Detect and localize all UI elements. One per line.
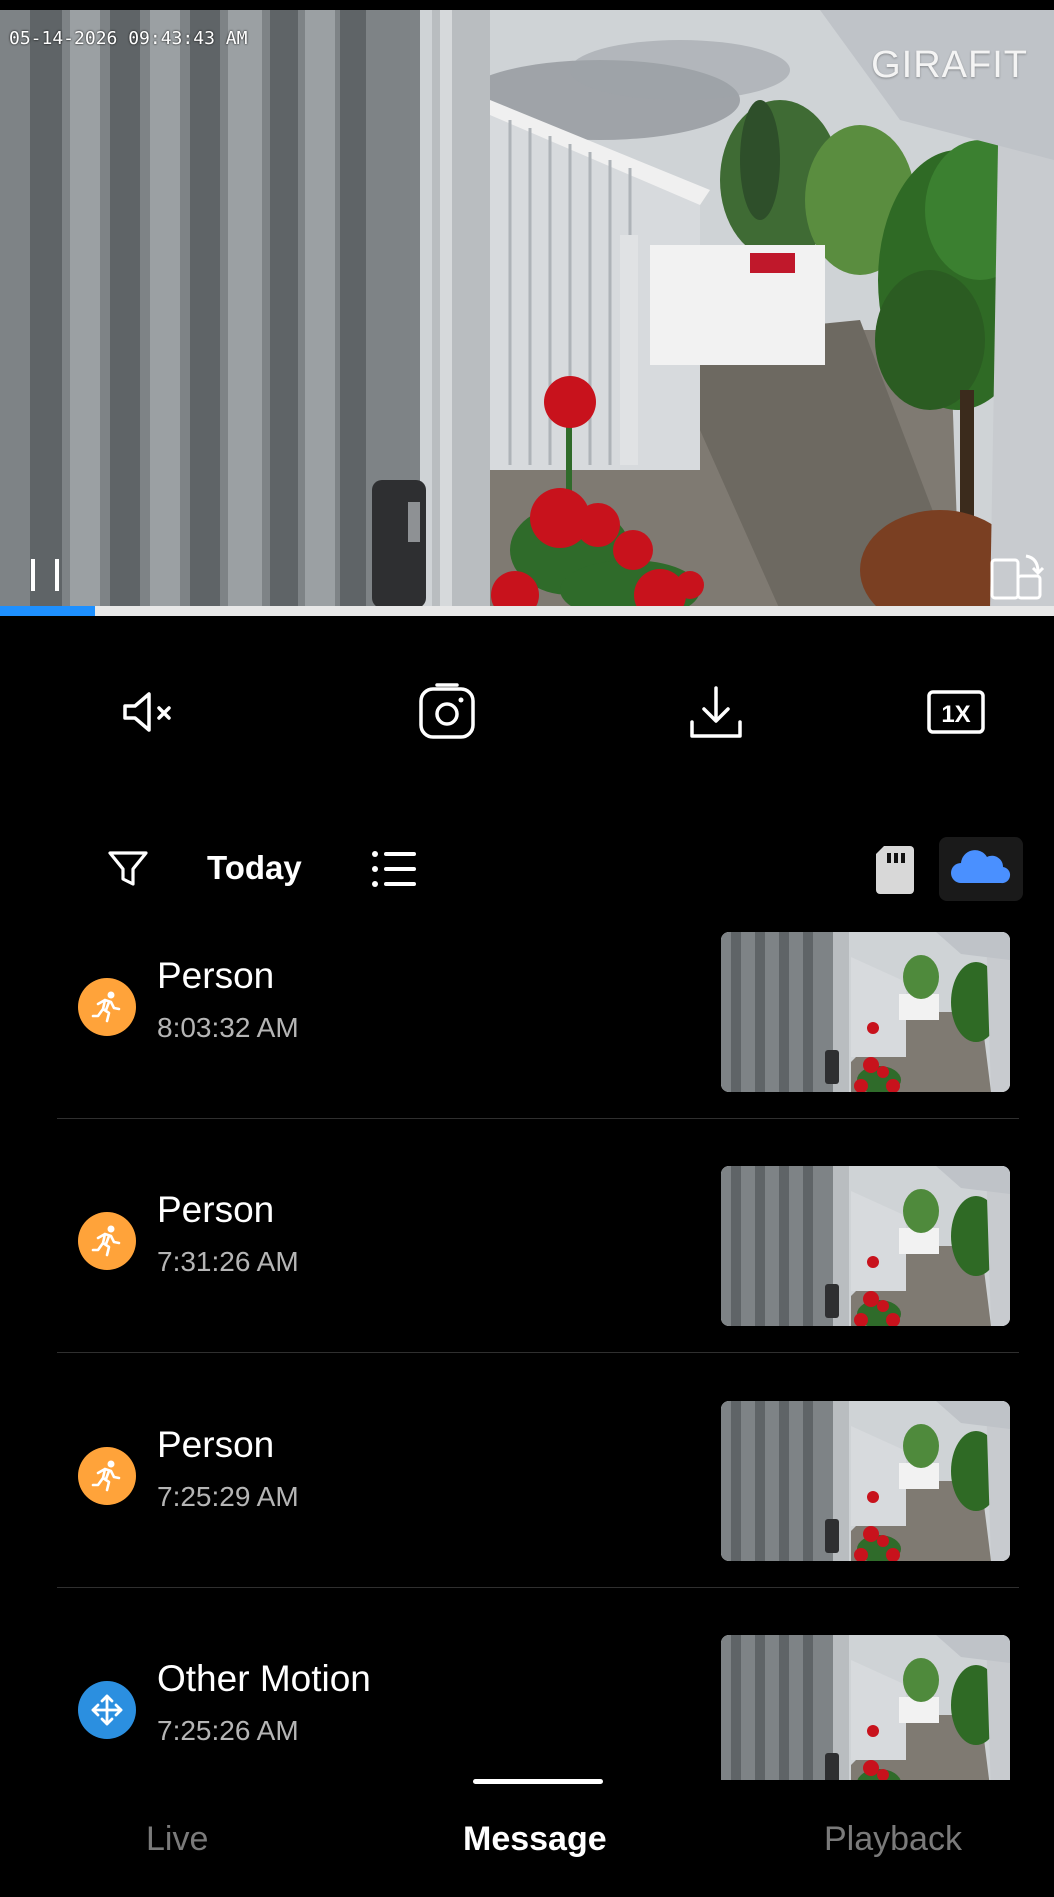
funnel-icon xyxy=(108,851,148,886)
event-thumbnail[interactable] xyxy=(721,1635,1010,1780)
playback-progress-bar[interactable] xyxy=(0,606,1054,616)
mute-button[interactable] xyxy=(115,680,179,744)
event-title: Other Motion xyxy=(157,1658,371,1699)
event-type-badge xyxy=(78,1212,136,1270)
event-title: Person xyxy=(157,955,275,996)
person-running-icon xyxy=(91,991,121,1023)
person-running-icon xyxy=(91,1460,121,1492)
filter-button[interactable] xyxy=(106,847,150,891)
speed-icon: 1X xyxy=(927,690,985,734)
list-item[interactable]: Person 7:25:29 AM xyxy=(0,1399,1054,1633)
event-list: Person 8:03:32 AM Person 7:31:26 AM Pers… xyxy=(0,930,1054,1780)
sd-card-storage-button[interactable] xyxy=(874,844,916,894)
event-type-badge xyxy=(78,1447,136,1505)
download-button[interactable] xyxy=(684,680,748,744)
tab-playback[interactable]: Playback xyxy=(824,1820,962,1859)
cloud-icon xyxy=(951,850,1011,884)
event-thumbnail[interactable] xyxy=(721,1401,1010,1561)
rotate-screen-icon xyxy=(990,554,1045,600)
active-tab-indicator xyxy=(473,1779,603,1784)
pause-button[interactable] xyxy=(28,555,64,595)
date-selector[interactable]: Today xyxy=(207,849,302,887)
tab-message[interactable]: Message xyxy=(463,1820,607,1859)
speed-label: 1X xyxy=(941,701,970,728)
divider xyxy=(57,1352,1019,1353)
cloud-storage-button[interactable] xyxy=(939,837,1023,901)
download-icon xyxy=(690,686,742,738)
camera-feed-image xyxy=(0,10,1054,610)
event-type-badge xyxy=(78,1681,136,1739)
event-time: 7:25:26 AM xyxy=(157,1715,299,1746)
event-thumbnail[interactable] xyxy=(721,932,1010,1092)
event-type-badge xyxy=(78,978,136,1036)
divider xyxy=(57,1118,1019,1119)
video-timestamp: 05-14-2026 09:43:43 AM xyxy=(9,28,248,49)
event-thumbnail[interactable] xyxy=(721,1166,1010,1326)
list-item[interactable]: Person 8:03:32 AM xyxy=(0,930,1054,1164)
list-view-button[interactable] xyxy=(370,847,420,891)
person-running-icon xyxy=(91,1225,121,1257)
event-title: Person xyxy=(157,1424,275,1465)
list-icon xyxy=(372,851,416,887)
filter-bar: Today xyxy=(0,835,1054,903)
video-player[interactable]: 05-14-2026 09:43:43 AM GIRAFIT xyxy=(0,10,1054,610)
screenshot-button[interactable] xyxy=(415,680,479,744)
playback-progress-fill xyxy=(0,606,95,616)
sd-card-icon xyxy=(876,846,914,894)
tab-live[interactable]: Live xyxy=(146,1820,208,1859)
list-item[interactable]: Other Motion 7:25:26 AM xyxy=(0,1633,1054,1780)
event-time: 8:03:32 AM xyxy=(157,1012,299,1043)
event-time: 7:31:26 AM xyxy=(157,1246,299,1277)
divider xyxy=(57,1587,1019,1588)
event-title: Person xyxy=(157,1189,275,1230)
camera-icon xyxy=(419,683,475,739)
move-arrows-icon xyxy=(91,1694,123,1726)
event-time: 7:25:29 AM xyxy=(157,1481,299,1512)
playback-controls: 1X xyxy=(0,680,1054,744)
fullscreen-rotate-button[interactable] xyxy=(988,550,1046,602)
speaker-mute-icon xyxy=(123,692,171,732)
pause-icon xyxy=(31,559,59,591)
playback-speed-button[interactable]: 1X xyxy=(925,680,989,744)
list-item[interactable]: Person 7:31:26 AM xyxy=(0,1164,1054,1398)
brand-watermark: GIRAFIT xyxy=(871,44,1028,86)
